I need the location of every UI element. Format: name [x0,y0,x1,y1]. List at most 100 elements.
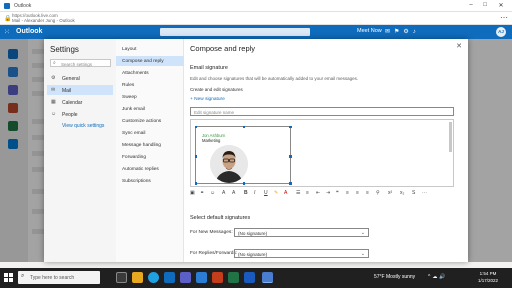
selected-signature-content[interactable]: Jon Ashburn Marketing [194,125,292,185]
app-launcher-icon[interactable]: ⁙ [4,28,10,36]
category-label: General [62,75,80,82]
resize-handle[interactable] [242,182,245,185]
link-insert-icon[interactable]: ⚲ [376,190,380,196]
font-color-icon[interactable]: A [284,190,287,196]
category-people[interactable]: ☺ People [47,109,113,119]
align-right-icon[interactable]: ≡ [366,190,369,196]
excel-taskbar-icon[interactable] [228,272,239,283]
category-mail[interactable]: ✉ Mail [47,85,113,95]
search-placeholder: Search settings [61,61,93,67]
powerpoint-icon[interactable] [212,272,223,283]
outlook-taskbar-icon[interactable] [196,272,207,283]
subcategory-label: Attachments [122,70,149,76]
select-value: (No signature) [238,252,268,257]
outlook-favicon-icon [4,3,10,9]
signature-editor[interactable]: Jon Ashburn Marketing [190,119,454,187]
subcategory-attachments[interactable]: Attachments [116,68,184,78]
strikethrough-icon[interactable]: S [412,190,415,196]
signature-photo [210,145,248,183]
file-explorer-icon[interactable] [132,272,143,283]
new-messages-signature-select[interactable]: (No signature) ⌄ [234,228,369,237]
mail-search-input[interactable] [160,28,310,36]
avatar[interactable]: AJ [496,27,506,37]
subcategory-sweep[interactable]: Sweep [116,92,184,102]
subcategory-message-handling[interactable]: Message handling [116,140,184,150]
subcategory-layout[interactable]: Layout [116,44,184,54]
more-options-icon[interactable]: ⋯ [500,13,508,22]
subcategory-automatic-replies[interactable]: Automatic replies [116,164,184,174]
subcategory-junk-email[interactable]: Junk email [116,104,184,114]
clock-date[interactable]: 1/17/2022 [474,278,502,283]
close-window-icon[interactable]: ✕ [496,2,506,9]
subcategory-subscriptions[interactable]: Subscriptions [116,176,184,186]
decrease-indent-icon[interactable]: ⇤ [316,190,320,196]
subcategory-label: Automatic replies [122,166,159,172]
underline-icon[interactable]: U [264,190,268,196]
superscript-icon[interactable]: x² [388,190,392,196]
subscript-icon[interactable]: x₂ [400,190,404,196]
subcategory-rules[interactable]: Rules [116,80,184,90]
align-left-icon[interactable]: ≡ [346,190,349,196]
system-tray-icons[interactable]: ^☁🔊 [428,274,448,280]
resize-handle[interactable] [289,125,292,128]
signature-name-input[interactable]: Edit signature name [190,107,454,116]
clock-time[interactable]: 1:54 PM [474,271,502,276]
gear-icon: ⚙ [51,75,56,81]
increase-indent-icon[interactable]: ⇥ [326,190,330,196]
url-subtitle: Mail - Alexander Jung - Outlook [12,18,75,23]
resize-handle[interactable] [194,155,197,158]
font-size-icon[interactable]: A [232,190,235,196]
quote-icon[interactable]: ❝ [336,190,339,196]
settings-search-input[interactable]: ⌕ Search settings [50,59,111,67]
taskbar-search-placeholder: Type here to search [30,275,75,281]
numbering-icon[interactable]: ≡ [306,190,309,196]
active-browser-icon[interactable] [262,272,273,283]
teams-icon[interactable] [180,272,191,283]
task-view-icon[interactable] [116,272,127,283]
weather-widget[interactable]: 57°F Mostly sunny [374,274,415,280]
close-icon[interactable]: ✕ [456,42,462,50]
font-icon[interactable]: A [222,190,225,196]
category-general[interactable]: ⚙ General [47,73,113,83]
meet-now-button[interactable]: Meet Now [357,28,382,34]
signature-person-role: Marketing [202,138,221,143]
bold-icon[interactable]: B [244,190,248,196]
select-default-heading: Select default signatures [190,215,251,221]
picture-icon[interactable]: ▣ [190,190,195,196]
resize-handle[interactable] [242,125,245,128]
windows-start-icon[interactable] [4,273,13,282]
header-icons[interactable]: ✉⚑⚙♪ [385,28,420,35]
subcategory-forwarding[interactable]: Forwarding [116,152,184,162]
italic-icon[interactable]: I [254,190,255,196]
resize-handle[interactable] [194,125,197,128]
link-icon[interactable]: ⚭ [200,190,204,196]
app-name[interactable]: Outlook [16,28,42,35]
browser-titlebar: Outlook – □ ✕ [0,0,512,12]
emoji-icon[interactable]: ☺ [210,190,215,196]
subcategory-sync-email[interactable]: Sync email [116,128,184,138]
more-formatting-icon[interactable]: ⋯ [422,190,427,196]
taskbar-search-input[interactable]: ⌕ Type here to search [18,271,100,284]
subcategory-customize-actions[interactable]: Customize actions [116,116,184,126]
resize-handle[interactable] [289,182,292,185]
resize-handle[interactable] [194,182,197,185]
new-signature-button[interactable]: + New signature [190,97,225,102]
category-calendar[interactable]: ▦ Calendar [47,97,113,107]
replies-signature-select[interactable]: (No signature) ⌄ [234,249,369,258]
view-quick-settings-link[interactable]: View quick settings [62,123,104,129]
edge-icon[interactable] [148,272,159,283]
subcategory-compose-and-reply[interactable]: Compose and reply [116,56,184,66]
word-icon[interactable] [244,272,255,283]
bullets-icon[interactable]: ☰ [296,190,300,196]
align-center-icon[interactable]: ≡ [356,190,359,196]
minimize-icon[interactable]: – [466,2,476,8]
subcategory-label: Layout [122,46,137,52]
editor-scrollbar[interactable] [449,122,452,152]
mail-taskbar-icon[interactable] [164,272,175,283]
highlight-icon[interactable]: ✎ [274,190,278,196]
maximize-icon[interactable]: □ [480,2,490,8]
resize-handle[interactable] [289,155,292,158]
address-bar[interactable]: 🔒 https://outlook.live.com Mail - Alexan… [0,12,512,25]
format-toolbar: ▣ ⚭ ☺ A A B I U ✎ A ☰ ≡ ⇤ ⇥ ❝ ≡ ≡ ≡ ⚲ x²… [190,189,454,198]
mail-icon: ✉ [51,87,56,93]
